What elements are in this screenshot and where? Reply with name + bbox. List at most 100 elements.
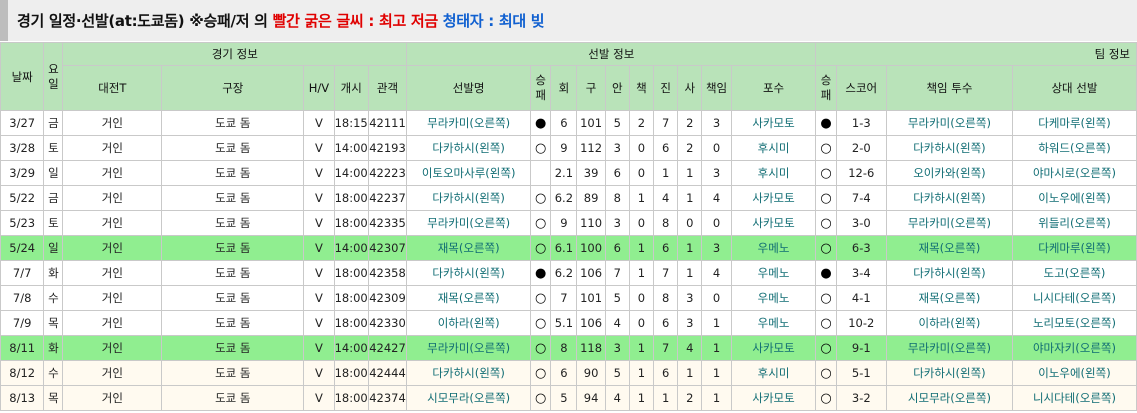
starter-cell[interactable]: 다카하시(왼쪽) xyxy=(406,185,532,211)
date-cell: 7/9 xyxy=(0,310,45,336)
catcher-cell[interactable]: 사카모토 xyxy=(730,110,817,136)
starter-cell[interactable]: 이하라(왼쪽) xyxy=(406,310,532,336)
table-row[interactable]: 5/23 토 거인 도쿄 돔 V 18:00 42335 무라카미(오른쪽) ○ 9 110 3 0 8 0… xyxy=(0,210,1137,236)
opponent-starter-cell[interactable]: 야마자키(오른쪽) xyxy=(1011,335,1137,361)
table-row[interactable]: 7/9 목 거인 도쿄 돔 V 18:00 42330 이하라(왼쪽) ○ 5.1 106 4 0 6 3 1… xyxy=(0,310,1137,336)
catcher-cell[interactable]: 후시미 xyxy=(730,160,817,186)
catcher-cell[interactable]: 사카모토 xyxy=(730,335,817,361)
team-win-loss-mark: ○ xyxy=(815,160,837,186)
table-row[interactable]: 3/27 금 거인 도쿄 돔 V 18:15 42111 무라카미(오른쪽) ● 6 101 5 2 7 2… xyxy=(0,110,1137,136)
starter-cell[interactable]: 다카하시(왼쪽) xyxy=(406,260,532,286)
strikeouts-header[interactable]: 사 xyxy=(677,65,703,111)
catcher-cell[interactable]: 사카모토 xyxy=(730,385,817,411)
opponent-starter-header[interactable]: 상대 선발 xyxy=(1011,65,1137,111)
catcher-cell[interactable]: 우메노 xyxy=(730,260,817,286)
stadium-header[interactable]: 구장 xyxy=(161,65,305,111)
table-row[interactable]: 5/24 일 거인 도쿄 돔 V 14:00 42307 재목(오른쪽) ○ 6.1 100 6 1 6 1… xyxy=(0,235,1137,261)
table-row[interactable]: 8/12 수 거인 도쿄 돔 V 18:00 42444 다카하시(왼쪽) ○ 6 90 5 1 6 1 1 후… xyxy=(0,360,1137,386)
attendance-header[interactable]: 관객 xyxy=(367,65,408,111)
catcher-cell[interactable]: 우메노 xyxy=(730,285,817,311)
table-row[interactable]: 3/29 일 거인 도쿄 돔 V 14:00 42223 이토오마사루(왼쪽) 2.1 39 6 0 1… xyxy=(0,160,1137,186)
opponent-starter-cell[interactable]: 다케마루(왼쪽) xyxy=(1011,235,1137,261)
start-time-cell: 18:00 xyxy=(333,285,369,311)
team-win-loss-header[interactable]: 승패 xyxy=(815,65,837,111)
catcher-cell[interactable]: 사카모토 xyxy=(730,210,817,236)
decision-pitcher-cell[interactable]: 재목(오른쪽) xyxy=(885,285,1013,311)
innings-cell: 8 xyxy=(550,335,578,361)
starter-cell[interactable]: 무라카미(오른쪽) xyxy=(406,335,532,361)
dow-cell: 목 xyxy=(43,385,64,411)
pitches-header[interactable]: 구 xyxy=(576,65,606,111)
decision-pitcher-cell[interactable]: 재목(오른쪽) xyxy=(885,235,1013,261)
decision-pitcher-cell[interactable]: 무라카미(오른쪽) xyxy=(885,335,1013,361)
dow-header-line1: 요 xyxy=(48,61,59,76)
runs-header[interactable]: 책임 xyxy=(701,65,732,111)
catcher-cell[interactable]: 후시미 xyxy=(730,135,817,161)
innings-cell: 6.1 xyxy=(550,235,578,261)
starter-header[interactable]: 선발명 xyxy=(406,65,532,111)
decision-pitcher-cell[interactable]: 다카하시(왼쪽) xyxy=(885,185,1013,211)
table-row[interactable]: 5/22 금 거인 도쿄 돔 V 18:00 42237 다카하시(왼쪽) ○ 6.2 89 8 1 4 1… xyxy=(0,185,1137,211)
team-win-loss-mark: ○ xyxy=(815,335,837,361)
decision-pitcher-cell[interactable]: 무라카미(오른쪽) xyxy=(885,210,1013,236)
opponent-starter-cell[interactable]: 니시다테(오른쪽) xyxy=(1011,285,1137,311)
opponent-starter-cell[interactable]: 이노우에(왼쪽) xyxy=(1011,185,1137,211)
catcher-header[interactable]: 포수 xyxy=(730,65,817,111)
decision-pitcher-cell[interactable]: 이하라(왼쪽) xyxy=(885,310,1013,336)
table-row[interactable]: 7/8 수 거인 도쿄 돔 V 18:00 42309 재목(오른쪽) ○ 7 101 5 0 8 3 0 우메… xyxy=(0,285,1137,311)
opponent-starter-cell[interactable]: 다케마루(왼쪽) xyxy=(1011,110,1137,136)
opponent-starter-cell[interactable]: 니시다테(오른쪽) xyxy=(1011,385,1137,411)
starter-cell[interactable]: 재목(오른쪽) xyxy=(406,235,532,261)
score-cell: 10-2 xyxy=(835,310,887,336)
decision-pitcher-cell[interactable]: 무라카미(오른쪽) xyxy=(885,110,1013,136)
catcher-cell[interactable]: 후시미 xyxy=(730,360,817,386)
decision-pitcher-cell[interactable]: 오이카와(왼쪽) xyxy=(885,160,1013,186)
decision-pitcher-cell[interactable]: 다카하시(왼쪽) xyxy=(885,360,1013,386)
stadium-cell: 도쿄 돔 xyxy=(161,310,305,336)
table-row[interactable]: 7/7 화 거인 도쿄 돔 V 18:00 42358 다카하시(왼쪽) ● 6.2 106 7 1 7 1… xyxy=(0,260,1137,286)
opponent-starter-cell[interactable]: 위들리(오른쪽) xyxy=(1011,210,1137,236)
schedule-table: 날짜 요일 경기 정보 선발 정보 팀 정보 대전T 구장 H/V 개시 관객 … xyxy=(0,42,1137,411)
win-loss-header[interactable]: 승패 xyxy=(530,65,552,111)
catcher-cell[interactable]: 우메노 xyxy=(730,235,817,261)
opponent-starter-cell[interactable]: 도고(오른쪽) xyxy=(1011,260,1137,286)
hv-header[interactable]: H/V xyxy=(303,65,335,111)
opponent-starter-cell[interactable]: 이노우에(왼쪽) xyxy=(1011,360,1137,386)
decision-pitcher-cell[interactable]: 다카하시(왼쪽) xyxy=(885,135,1013,161)
score-header[interactable]: 스코어 xyxy=(835,65,887,111)
start-time-header[interactable]: 개시 xyxy=(333,65,369,111)
pitches-cell: 94 xyxy=(576,385,606,411)
pitches-cell: 106 xyxy=(576,260,606,286)
opponent-cell: 거인 xyxy=(62,360,163,386)
opponent-header[interactable]: 대전T xyxy=(62,65,163,111)
hits-header[interactable]: 안 xyxy=(604,65,630,111)
hv-cell: V xyxy=(303,260,335,286)
starter-cell[interactable]: 이토오마사루(왼쪽) xyxy=(406,160,532,186)
date-header[interactable]: 날짜 xyxy=(0,42,45,111)
catcher-cell[interactable]: 우메노 xyxy=(730,310,817,336)
dow-header[interactable]: 요일 xyxy=(43,42,64,111)
score-cell: 12-6 xyxy=(835,160,887,186)
decision-pitcher-header[interactable]: 책임 투수 xyxy=(885,65,1013,111)
starter-cell[interactable]: 재목(오른쪽) xyxy=(406,285,532,311)
starter-cell[interactable]: 시모무라(오른쪽) xyxy=(406,385,532,411)
opponent-starter-cell[interactable]: 노리모토(오른쪽) xyxy=(1011,310,1137,336)
opponent-starter-cell[interactable]: 야마시로(오른쪽) xyxy=(1011,160,1137,186)
starter-cell[interactable]: 무라카미(오른쪽) xyxy=(406,210,532,236)
earned-cell: 1 xyxy=(628,235,655,261)
starter-cell[interactable]: 다카하시(왼쪽) xyxy=(406,135,532,161)
opponent-starter-cell[interactable]: 하워드(오른쪽) xyxy=(1011,135,1137,161)
starter-cell[interactable]: 무라카미(오른쪽) xyxy=(406,110,532,136)
dow-cell: 일 xyxy=(43,235,64,261)
page-title: 경기 일정·선발(at:도쿄돔) ※승패/저 의 빨간 굵은 글씨 : 최고 저… xyxy=(17,10,545,31)
walks-header[interactable]: 진 xyxy=(653,65,679,111)
table-row[interactable]: 3/28 토 거인 도쿄 돔 V 14:00 42193 다카하시(왼쪽) ○ 9 112 3 0 6 2 0… xyxy=(0,135,1137,161)
starter-cell[interactable]: 다카하시(왼쪽) xyxy=(406,360,532,386)
innings-header[interactable]: 회 xyxy=(550,65,578,111)
earned-header[interactable]: 책 xyxy=(628,65,655,111)
table-row[interactable]: 8/13 목 거인 도쿄 돔 V 18:00 42374 시모무라(오른쪽) ○ 5 94 4 1 1 2 1… xyxy=(0,385,1137,411)
catcher-cell[interactable]: 사카모토 xyxy=(730,185,817,211)
decision-pitcher-cell[interactable]: 다카하시(왼쪽) xyxy=(885,260,1013,286)
table-row[interactable]: 8/11 화 거인 도쿄 돔 V 14:00 42427 무라카미(오른쪽) ○ 8 118 3 1 7 4… xyxy=(0,335,1137,361)
decision-pitcher-cell[interactable]: 시모무라(오른쪽) xyxy=(885,385,1013,411)
